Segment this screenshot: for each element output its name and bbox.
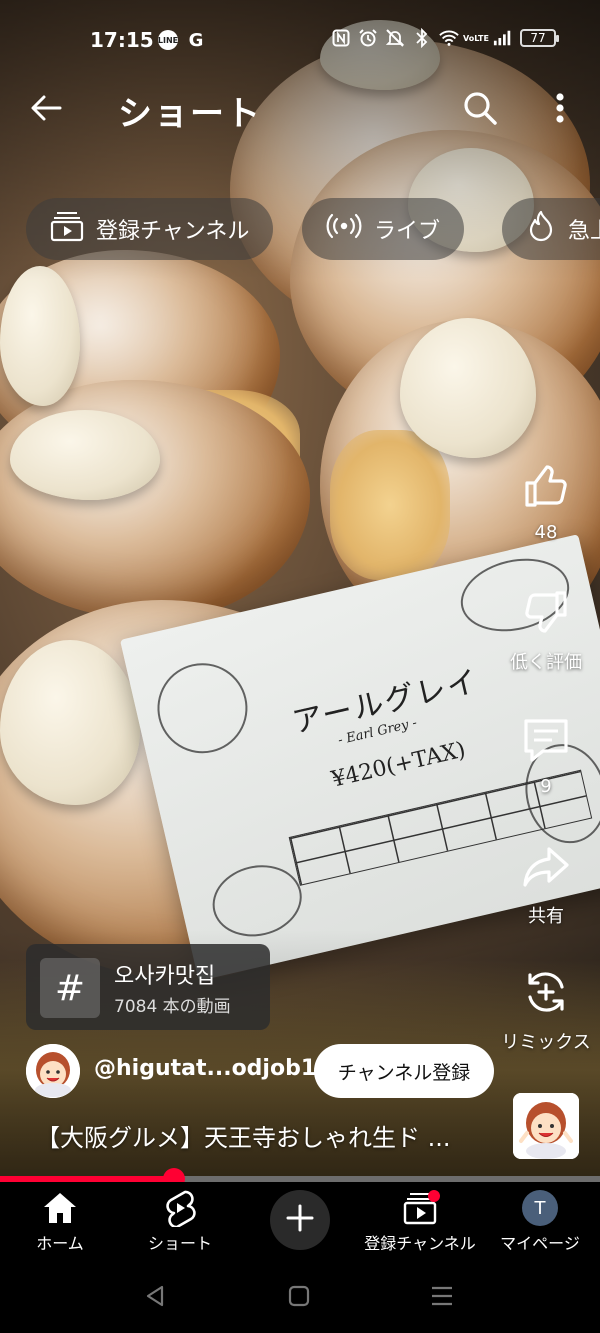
alarm-icon: [358, 28, 378, 48]
like-button[interactable]: 48: [492, 458, 600, 543]
dislike-label: 低く評価: [510, 652, 582, 673]
thumbs-up-icon: [518, 458, 574, 514]
notification-dot: [428, 1190, 440, 1202]
channel-avatar[interactable]: [26, 1044, 80, 1098]
arrow-left-icon[interactable]: [26, 88, 66, 128]
search-icon[interactable]: [460, 88, 500, 128]
filter-chips: 登録チャンネル ライブ 急上: [26, 198, 600, 260]
chip-label: ライブ: [374, 219, 441, 244]
channel-row: @higutat...odjob19 チャンネル登録: [26, 1044, 506, 1098]
video-title[interactable]: 【大阪グルメ】天王寺おしゃれ生ド ...: [36, 1118, 451, 1153]
plus-icon: [285, 1203, 315, 1237]
more-vertical-icon[interactable]: [546, 88, 574, 128]
comment-icon: [518, 712, 574, 768]
volte-icon: VoLTE: [463, 33, 489, 43]
wifi-icon: [439, 28, 459, 48]
subscribe-button[interactable]: チャンネル登録: [314, 1044, 494, 1098]
signal-icon: [493, 28, 513, 48]
share-icon: [518, 838, 574, 894]
top-app-bar: ショート: [0, 80, 600, 136]
comment-count: 9: [540, 776, 552, 797]
create-button[interactable]: [270, 1190, 330, 1250]
chip-label: 急上: [568, 219, 600, 244]
trending-icon: [526, 210, 556, 248]
mute-icon: [385, 28, 405, 48]
nfc-icon: [331, 28, 351, 48]
bluetooth-icon: [412, 28, 432, 48]
battery-indicator: 77: [520, 29, 559, 47]
nav-label: マイページ: [500, 1234, 580, 1253]
share-label: 共有: [528, 906, 564, 927]
dislike-button[interactable]: 低く評価: [492, 584, 600, 674]
page-title: ショート: [118, 94, 262, 134]
hashtag-name: 오사카맛집: [114, 964, 216, 989]
nav-my-page[interactable]: T マイページ: [480, 1188, 600, 1254]
bottom-navigation: ホーム ショート 登録チャンネル T マイページ: [0, 1182, 600, 1262]
system-back-icon[interactable]: [144, 1284, 166, 1312]
status-time: 17:15: [90, 28, 154, 52]
nav-label: 登録チャンネル: [364, 1234, 476, 1253]
thumbs-down-icon: [518, 584, 574, 640]
channel-handle[interactable]: @higutat...odjob19: [94, 1056, 331, 1081]
cream-image: [10, 410, 160, 500]
dough-image: [330, 430, 450, 580]
line-icon: LINE: [157, 30, 179, 50]
google-icon: G: [188, 29, 204, 51]
chip-label: 登録チャンネル: [96, 219, 250, 244]
hashtag-card[interactable]: # 오사카맛집 7084 本の動画: [26, 944, 270, 1030]
hashtag-video-count: 7084 本の動画: [114, 997, 231, 1017]
remix-button[interactable]: リミックス: [492, 964, 600, 1054]
shorts-icon: [160, 1188, 200, 1228]
system-navigation-bar: [0, 1262, 600, 1333]
status-bar: 17:15 LINE G VoLTE 77: [0, 22, 600, 60]
profile-avatar: T: [522, 1190, 558, 1226]
remix-label: リミックス: [501, 1032, 591, 1053]
live-icon: [326, 212, 362, 246]
remix-icon: [518, 964, 574, 1020]
nav-subscriptions[interactable]: 登録チャンネル: [360, 1188, 480, 1254]
home-icon: [40, 1188, 80, 1228]
nav-label: ホーム: [36, 1234, 84, 1253]
nav-shorts[interactable]: ショート: [120, 1188, 240, 1254]
subscriptions-icon: [50, 210, 84, 248]
nav-label: ショート: [147, 1234, 212, 1253]
chip-live[interactable]: ライブ: [302, 198, 465, 260]
sound-thumbnail[interactable]: [513, 1093, 579, 1159]
system-home-icon[interactable]: [288, 1284, 310, 1312]
chip-trending[interactable]: 急上: [502, 198, 600, 260]
subscriptions-icon: [400, 1188, 440, 1228]
chip-subscriptions[interactable]: 登録チャンネル: [26, 198, 274, 260]
comments-button[interactable]: 9: [492, 712, 600, 797]
system-recents-icon[interactable]: [430, 1284, 454, 1312]
like-count: 48: [534, 522, 558, 543]
hashtag-icon: #: [40, 958, 100, 1018]
share-button[interactable]: 共有: [492, 838, 600, 928]
nav-home[interactable]: ホーム: [0, 1188, 120, 1254]
